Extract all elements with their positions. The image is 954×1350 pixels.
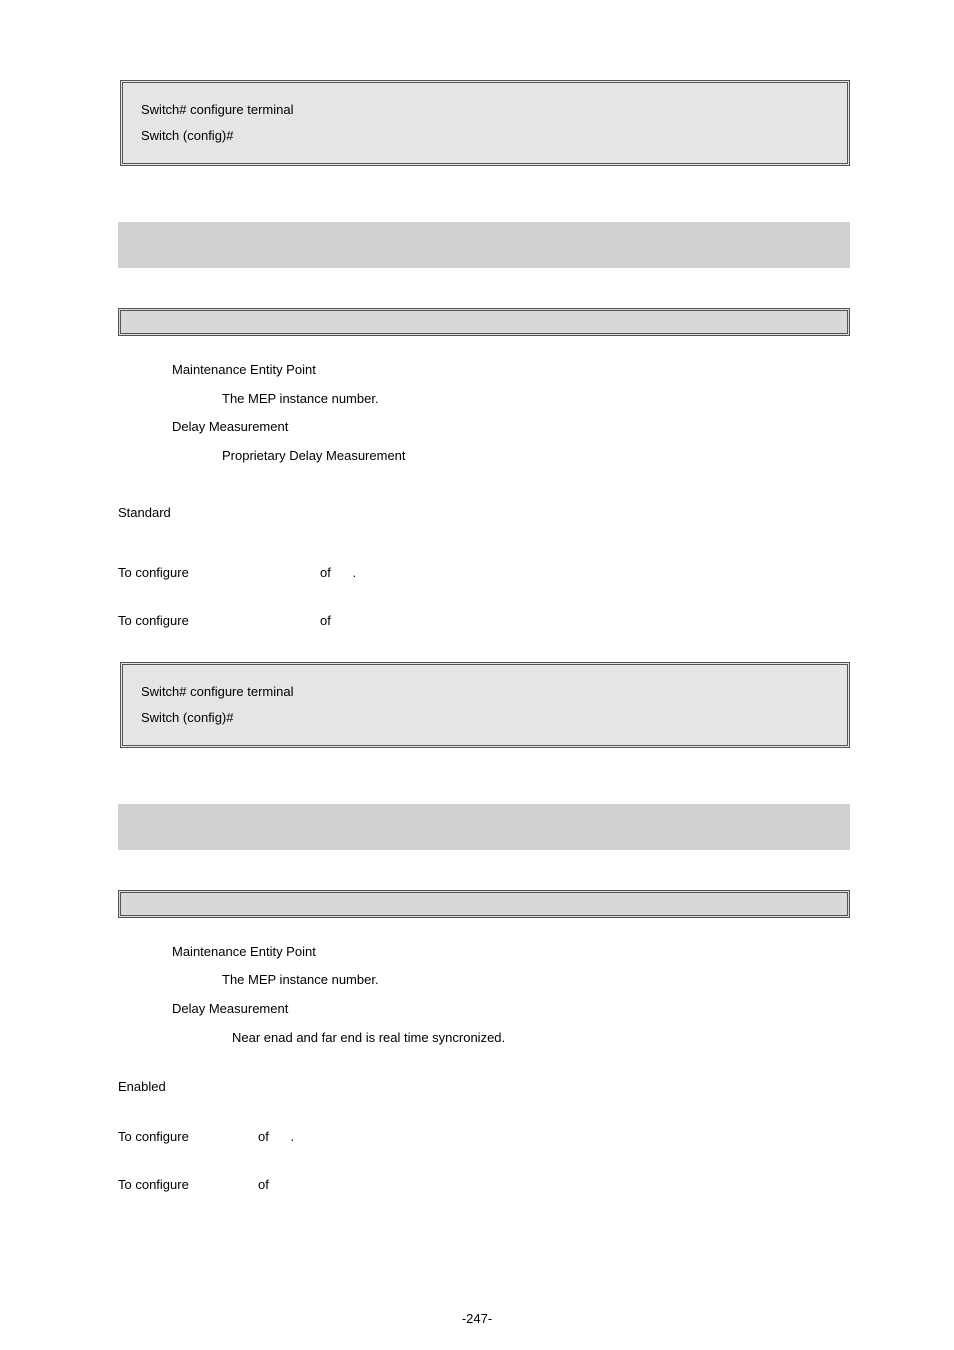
text-fragment: To configure bbox=[118, 604, 320, 638]
section-banner bbox=[118, 222, 850, 268]
text-fragment: of . bbox=[258, 1120, 294, 1154]
param-desc: Proprietary Delay Measurement bbox=[172, 442, 850, 471]
text-fragment: of bbox=[258, 1168, 269, 1202]
syntax-box bbox=[118, 308, 850, 336]
standard-label: Standard bbox=[118, 496, 850, 530]
param-label: Maintenance Entity Point bbox=[172, 356, 850, 385]
syntax-box bbox=[118, 890, 850, 918]
code-line: Switch (config)# bbox=[141, 705, 829, 731]
text-fragment: of . bbox=[320, 556, 356, 590]
text-fragment: To configure bbox=[118, 1168, 258, 1202]
code-box-1: Switch# configure terminal Switch (confi… bbox=[120, 80, 850, 166]
text-fragment: To configure bbox=[118, 556, 320, 590]
param-desc: The MEP instance number. bbox=[172, 966, 850, 995]
param-label: Delay Measurement bbox=[172, 413, 850, 442]
text-fragment: To configure bbox=[118, 1120, 258, 1154]
param-label: Maintenance Entity Point bbox=[172, 938, 850, 967]
enabled-label: Enabled bbox=[118, 1070, 850, 1104]
code-box-2: Switch# configure terminal Switch (confi… bbox=[120, 662, 850, 748]
page-content: Switch# configure terminal Switch (confi… bbox=[0, 0, 954, 1202]
param-desc: The MEP instance number. bbox=[172, 385, 850, 414]
param-block-2: Maintenance Entity Point The MEP instanc… bbox=[118, 938, 850, 1052]
configure-line: To configure of bbox=[118, 604, 850, 638]
configure-line: To configure of . bbox=[118, 556, 850, 590]
param-desc: Near enad and far end is real time syncr… bbox=[172, 1024, 850, 1053]
configure-line: To configure of bbox=[118, 1168, 850, 1202]
code-line: Switch# configure terminal bbox=[141, 97, 829, 123]
page-number: -247- bbox=[0, 1311, 954, 1326]
code-line: Switch (config)# bbox=[141, 123, 829, 149]
param-label: Delay Measurement bbox=[172, 995, 850, 1024]
section-banner bbox=[118, 804, 850, 850]
text-fragment: of bbox=[320, 604, 331, 638]
configure-line: To configure of . bbox=[118, 1120, 850, 1154]
code-line: Switch# configure terminal bbox=[141, 679, 829, 705]
param-block-1: Maintenance Entity Point The MEP instanc… bbox=[118, 356, 850, 470]
